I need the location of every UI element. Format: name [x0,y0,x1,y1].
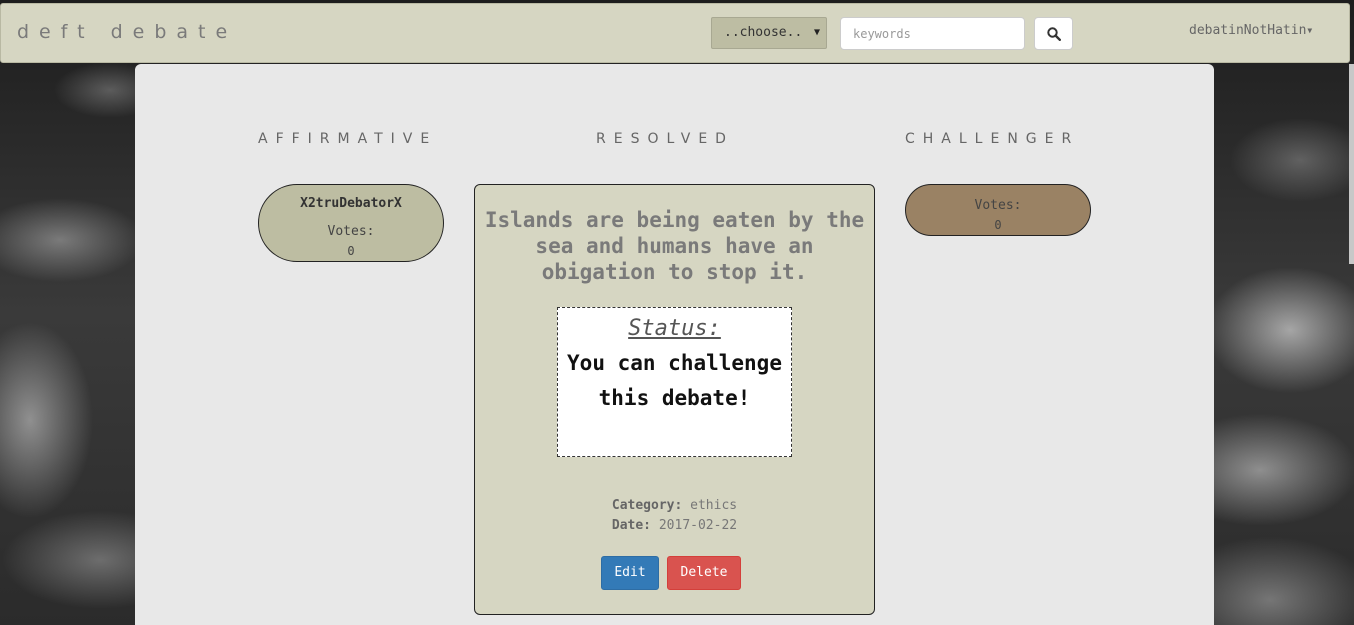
edit-button[interactable]: Edit [601,556,659,590]
status-box: Status: You can challenge this debate! [557,307,792,457]
status-message: You can challenge this debate! [567,351,782,410]
affirmative-header: AFFIRMATIVE [258,131,438,147]
challenger-card[interactable]: Votes: 0 [905,184,1091,236]
search-icon [1046,26,1061,41]
debate-panel: AFFIRMATIVE RESOLVED CHALLENGER X2truDeb… [135,64,1214,625]
brand-logo[interactable]: deft debate [17,21,237,43]
resolved-header: RESOLVED [596,131,734,147]
status-label: Status: [628,316,721,341]
chevron-down-icon: ▼ [813,27,820,38]
date-line: Date: 2017-02-22 [475,518,874,533]
affirmative-votes-count: 0 [347,244,355,258]
category-label: Category: [611,498,683,513]
top-navbar: deft debate ..choose.. ▼ debatinNotHatin… [0,3,1350,63]
caret-down-icon: ▼ [1307,26,1313,35]
delete-button[interactable]: Delete [667,556,741,590]
affirmative-username[interactable]: X2truDebatorX [259,196,443,211]
category-select[interactable]: ..choose.. ▼ [711,17,827,49]
category-line: Category: ethics [475,498,874,513]
challenger-votes-count: 0 [994,218,1002,232]
affirmative-card[interactable]: X2truDebatorX Votes: 0 [258,184,444,262]
date-label: Date: [611,518,652,533]
category-value: ethics [690,498,738,513]
search-input[interactable] [840,17,1025,50]
user-menu[interactable]: debatinNotHatin▼ [1189,23,1312,38]
challenger-votes-label: Votes: [974,198,1022,213]
date-value: 2017-02-22 [658,518,738,533]
user-menu-label: debatinNotHatin [1189,23,1307,38]
page-scrollbar[interactable] [1349,64,1354,264]
resolution-card: Islands are being eaten by the sea and h… [474,184,875,615]
challenger-header: CHALLENGER [905,131,1080,147]
affirmative-votes-label: Votes: [327,224,375,239]
resolution-text: Islands are being eaten by the sea and h… [484,208,865,284]
category-select-value: ..choose.. [724,25,803,40]
search-button[interactable] [1034,17,1073,50]
